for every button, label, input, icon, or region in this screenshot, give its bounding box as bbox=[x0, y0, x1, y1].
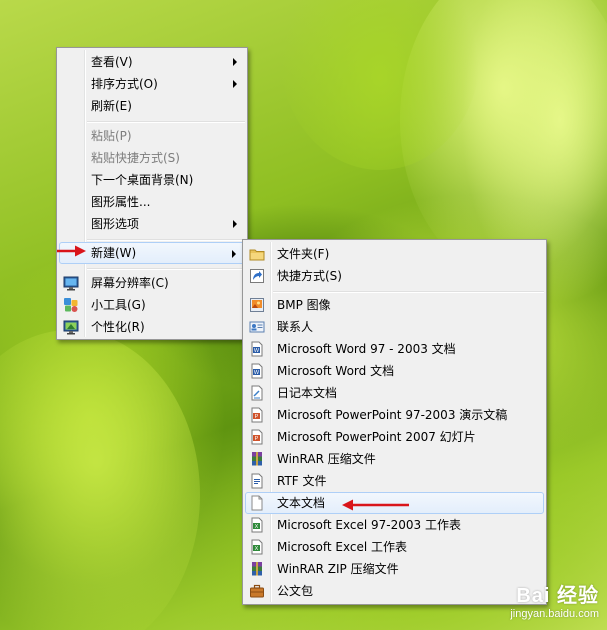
new-word-97-2003-item[interactable]: W Microsoft Word 97 - 2003 文档 bbox=[245, 338, 544, 360]
word-doc-icon: W bbox=[251, 363, 263, 379]
journal-icon bbox=[251, 385, 263, 401]
powerpoint-icon: P bbox=[251, 429, 263, 445]
new-submenu: 文件夹(F) 快捷方式(S) BMP 图像 联系人 W Microsoft Wo… bbox=[242, 239, 547, 605]
powerpoint-icon: P bbox=[251, 407, 263, 423]
menu-item-label: 文件夹(F) bbox=[277, 247, 330, 261]
rtf-icon bbox=[251, 473, 263, 489]
menu-item-label: Microsoft Word 97 - 2003 文档 bbox=[277, 342, 456, 356]
winrar-zip-icon bbox=[252, 562, 262, 576]
menu-item-label: Microsoft Word 文档 bbox=[277, 364, 395, 378]
folder-icon bbox=[249, 249, 265, 261]
menu-item-personalize[interactable]: 个性化(R) bbox=[59, 316, 245, 338]
new-powerpoint-97-2003-item[interactable]: P Microsoft PowerPoint 97-2003 演示文稿 bbox=[245, 404, 544, 426]
menu-item-label: WinRAR ZIP 压缩文件 bbox=[277, 562, 399, 576]
new-bmp-image-item[interactable]: BMP 图像 bbox=[245, 294, 544, 316]
contact-icon bbox=[249, 321, 265, 333]
menu-item-label: BMP 图像 bbox=[277, 298, 331, 312]
monitor-icon bbox=[63, 276, 79, 291]
menu-item-label: 图形选项 bbox=[91, 217, 140, 231]
menu-item-paste-shortcut: 粘贴快捷方式(S) bbox=[59, 147, 245, 169]
svg-text:P: P bbox=[255, 436, 259, 442]
excel-icon: X bbox=[251, 539, 263, 555]
word-doc-icon: W bbox=[251, 341, 263, 357]
menu-item-label: 粘贴快捷方式(S) bbox=[91, 151, 180, 165]
svg-text:P: P bbox=[255, 414, 259, 420]
new-folder-item[interactable]: 文件夹(F) bbox=[245, 243, 544, 265]
text-document-icon bbox=[251, 495, 263, 511]
svg-text:W: W bbox=[254, 370, 260, 376]
menu-item-label: 新建(W) bbox=[91, 246, 137, 260]
new-winrar-zip-item[interactable]: WinRAR ZIP 压缩文件 bbox=[245, 558, 544, 580]
menu-separator bbox=[273, 291, 544, 293]
baidu-jingyan-watermark: Bai 经验 jingyan.baidu.com bbox=[510, 579, 599, 620]
menu-item-sort-by[interactable]: 排序方式(O) bbox=[59, 73, 245, 95]
watermark-url: jingyan.baidu.com bbox=[510, 608, 599, 620]
excel-icon: X bbox=[251, 517, 263, 533]
menu-item-graphics-properties[interactable]: 图形属性... bbox=[59, 191, 245, 213]
submenu-arrow-icon bbox=[232, 250, 236, 258]
new-powerpoint-2007-item[interactable]: P Microsoft PowerPoint 2007 幻灯片 bbox=[245, 426, 544, 448]
menu-item-label: 联系人 bbox=[277, 320, 314, 334]
menu-item-label: 粘贴(P) bbox=[91, 129, 132, 143]
submenu-arrow-icon bbox=[233, 220, 237, 228]
new-word-item[interactable]: W Microsoft Word 文档 bbox=[245, 360, 544, 382]
personalize-icon bbox=[63, 320, 79, 335]
menu-separator bbox=[87, 121, 245, 123]
new-shortcut-item[interactable]: 快捷方式(S) bbox=[245, 265, 544, 287]
new-winrar-item[interactable]: WinRAR 压缩文件 bbox=[245, 448, 544, 470]
menu-item-screen-resolution[interactable]: 屏幕分辨率(C) bbox=[59, 272, 245, 294]
menu-item-label: 下一个桌面背景(N) bbox=[91, 173, 194, 187]
winrar-icon bbox=[252, 452, 262, 466]
desktop-context-menu: 查看(V) 排序方式(O) 刷新(E) 粘贴(P) 粘贴快捷方式(S) 下一个桌… bbox=[56, 47, 248, 340]
menu-item-label: 文本文档 bbox=[277, 496, 326, 510]
menu-separator bbox=[87, 239, 245, 241]
menu-item-label: Microsoft PowerPoint 2007 幻灯片 bbox=[277, 430, 476, 444]
submenu-arrow-icon bbox=[233, 58, 237, 66]
menu-item-label: 刷新(E) bbox=[91, 99, 132, 113]
submenu-arrow-icon bbox=[233, 80, 237, 88]
menu-item-gadgets[interactable]: 小工具(G) bbox=[59, 294, 245, 316]
briefcase-icon bbox=[250, 584, 264, 598]
menu-item-label: 个性化(R) bbox=[91, 320, 145, 334]
menu-item-label: WinRAR 压缩文件 bbox=[277, 452, 376, 466]
menu-item-label: 快捷方式(S) bbox=[277, 269, 342, 283]
svg-text:X: X bbox=[255, 546, 259, 552]
new-rtf-item[interactable]: RTF 文件 bbox=[245, 470, 544, 492]
shortcut-icon bbox=[250, 269, 264, 283]
menu-item-label: 排序方式(O) bbox=[91, 77, 158, 91]
menu-item-refresh[interactable]: 刷新(E) bbox=[59, 95, 245, 117]
annotation-arrow-text-document bbox=[342, 499, 409, 511]
wallpaper-leaf-shape bbox=[0, 330, 200, 630]
menu-separator bbox=[87, 268, 245, 270]
menu-item-paste: 粘贴(P) bbox=[59, 125, 245, 147]
svg-text:W: W bbox=[254, 348, 260, 354]
new-excel-97-2003-item[interactable]: X Microsoft Excel 97-2003 工作表 bbox=[245, 514, 544, 536]
menu-item-label: 小工具(G) bbox=[91, 298, 146, 312]
svg-text:X: X bbox=[255, 524, 259, 530]
gadgets-icon bbox=[64, 298, 78, 312]
new-excel-item[interactable]: X Microsoft Excel 工作表 bbox=[245, 536, 544, 558]
menu-item-graphics-options[interactable]: 图形选项 bbox=[59, 213, 245, 235]
new-briefcase-item[interactable]: 公文包 bbox=[245, 580, 544, 602]
annotation-arrow-new bbox=[57, 245, 86, 257]
menu-item-label: 公文包 bbox=[277, 584, 314, 598]
menu-item-label: Microsoft Excel 工作表 bbox=[277, 540, 408, 554]
new-contact-item[interactable]: 联系人 bbox=[245, 316, 544, 338]
menu-item-label: Microsoft Excel 97-2003 工作表 bbox=[277, 518, 461, 532]
menu-item-label: 日记本文档 bbox=[277, 386, 338, 400]
watermark-brand: Bai 经验 bbox=[516, 585, 599, 607]
menu-item-label: RTF 文件 bbox=[277, 474, 327, 488]
menu-item-label: 图形属性... bbox=[91, 195, 151, 209]
new-journal-item[interactable]: 日记本文档 bbox=[245, 382, 544, 404]
menu-item-label: Microsoft PowerPoint 97-2003 演示文稿 bbox=[277, 408, 508, 422]
menu-item-next-background[interactable]: 下一个桌面背景(N) bbox=[59, 169, 245, 191]
menu-item-label: 屏幕分辨率(C) bbox=[91, 276, 169, 290]
menu-item-view[interactable]: 查看(V) bbox=[59, 51, 245, 73]
bmp-image-icon bbox=[250, 298, 264, 312]
menu-item-label: 查看(V) bbox=[91, 55, 133, 69]
